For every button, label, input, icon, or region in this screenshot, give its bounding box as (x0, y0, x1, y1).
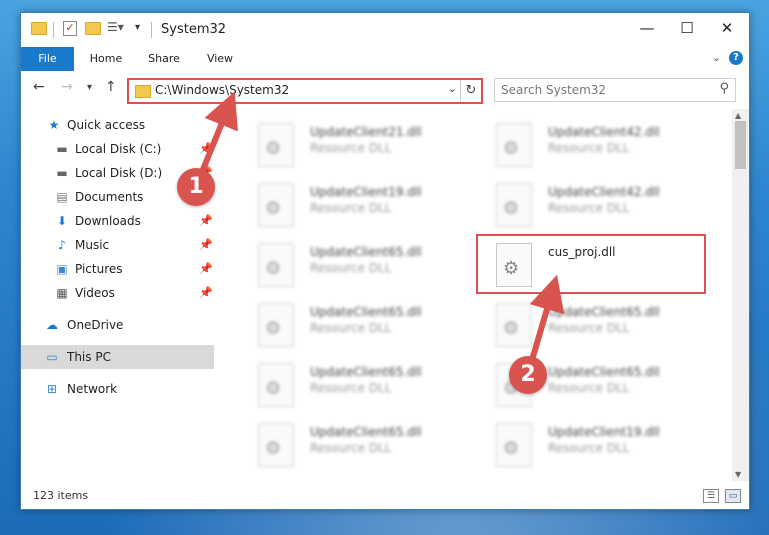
arrow-step-2 (529, 274, 565, 363)
step-1-badge: 1 (177, 168, 215, 206)
step-2-badge: 2 (509, 356, 547, 394)
annotation-arrows (199, 91, 565, 363)
arrow-step-1 (199, 91, 238, 175)
